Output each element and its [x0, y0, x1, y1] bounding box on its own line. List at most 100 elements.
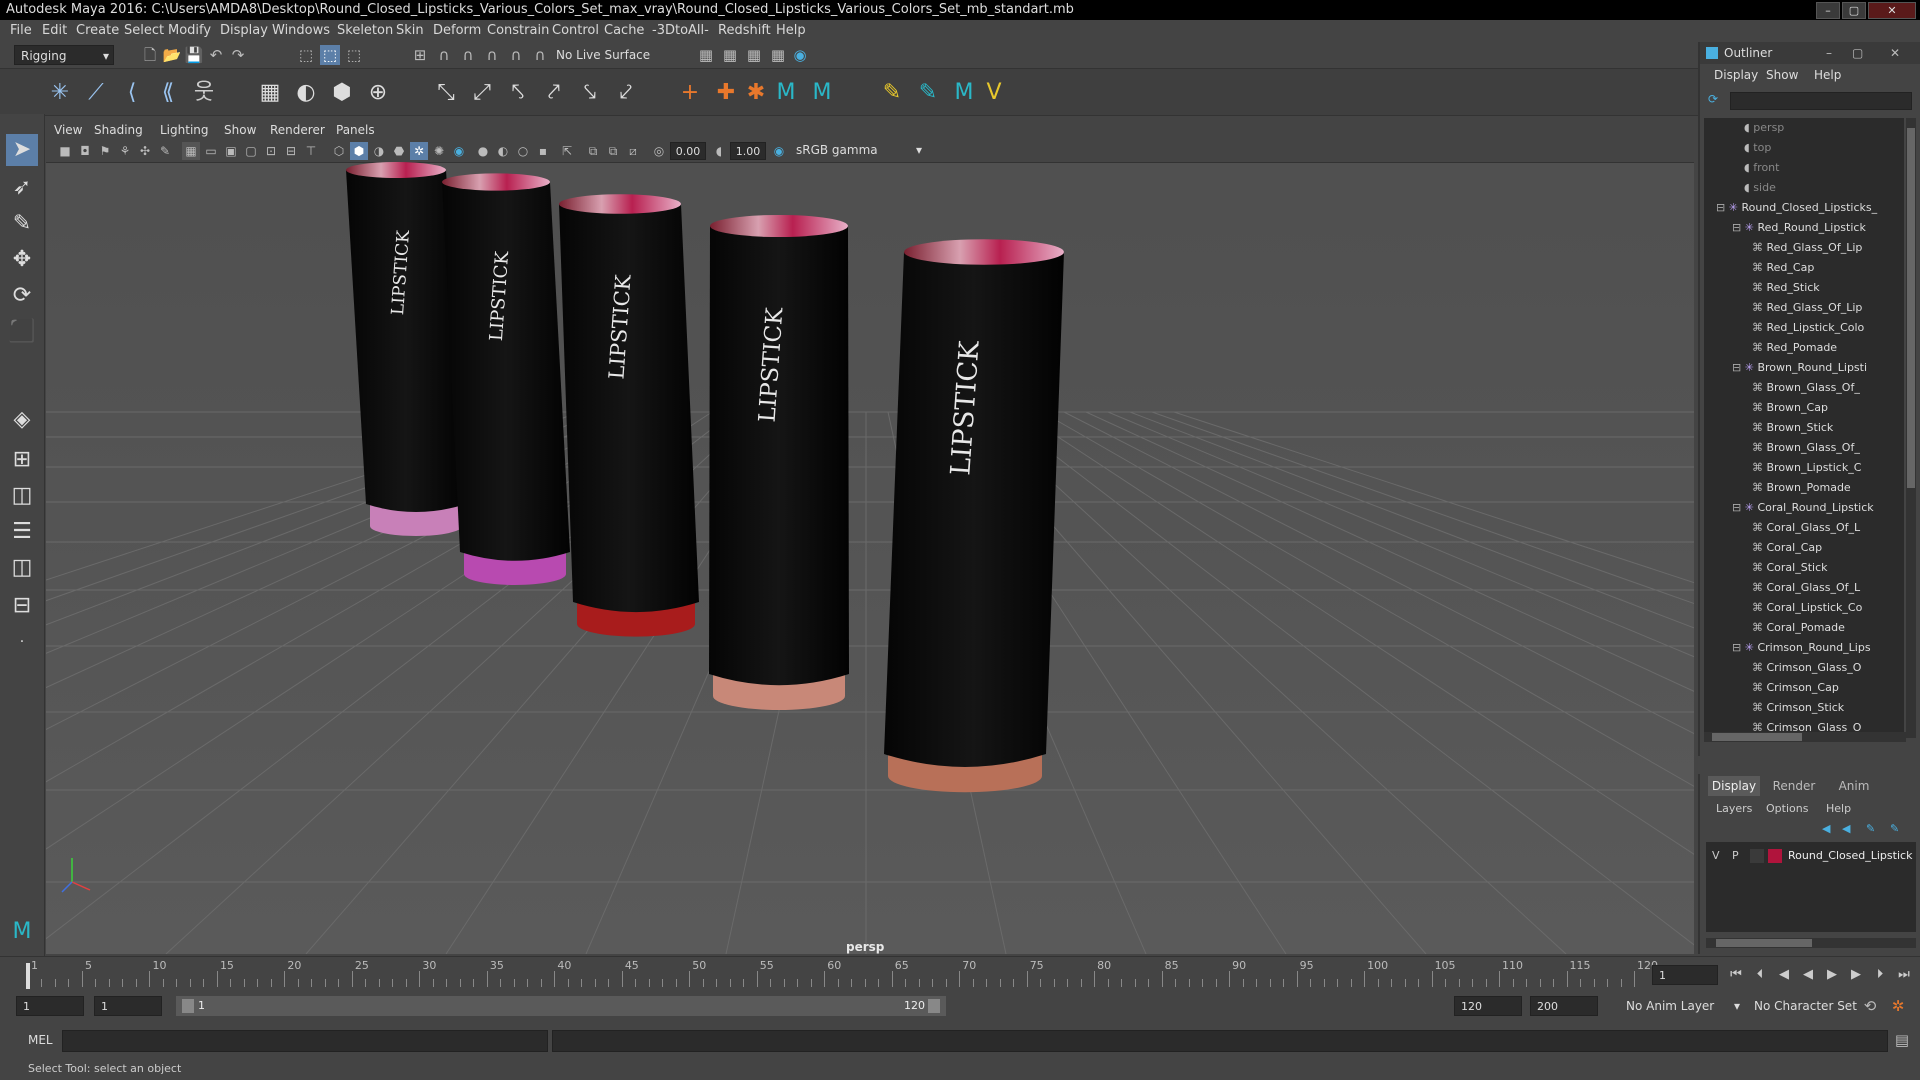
maximize-button[interactable]: ▢ — [1842, 2, 1866, 19]
xray-icon[interactable]: ⇱ — [558, 142, 576, 160]
outliner-item[interactable]: ⌘ Red_Glass_Of_Lip — [1752, 238, 1862, 258]
2d-pan-icon[interactable]: ✣ — [136, 142, 154, 160]
snap-view-icon[interactable]: ∩ — [482, 45, 502, 65]
layout-custom-icon[interactable]: · — [6, 626, 38, 658]
smooth-shade-icon[interactable]: ⬢ — [350, 142, 368, 160]
camera-attr-icon[interactable]: ◘ — [76, 142, 94, 160]
collapse-icon[interactable]: ⊟ — [1732, 221, 1745, 234]
layers-menu-help[interactable]: Help — [1826, 802, 1851, 815]
select-tool-icon[interactable]: ➤ — [6, 134, 38, 166]
layout-four-icon[interactable]: ⊞ — [6, 444, 38, 476]
outliner-item[interactable]: ⊟ ✳ Brown_Round_Lipsti — [1732, 358, 1867, 378]
vp-menu-panels[interactable]: Panels — [336, 123, 375, 137]
backface-icon[interactable]: ⧄ — [624, 142, 642, 160]
range-end-handle[interactable] — [928, 999, 940, 1013]
outliner-item[interactable]: ⊟ ✳ Red_Round_Lipstick — [1732, 218, 1866, 238]
character-set-dropdown[interactable]: No Character Set — [1748, 996, 1868, 1016]
vp-menu-lighting[interactable]: Lighting — [160, 123, 209, 137]
lights-icon[interactable]: ✲ — [410, 142, 428, 160]
scene-render[interactable]: LIPSTICK LIPSTICK LIPSTICK LIPSTICK LIPSTICK — [46, 162, 1694, 954]
snap-curve-icon[interactable]: ∩ — [434, 45, 454, 65]
layer-row[interactable]: V P Round_Closed_Lipstick — [1706, 846, 1916, 866]
hypershade-icon[interactable]: ◉ — [790, 45, 810, 65]
gamma-field[interactable]: 1.00 — [730, 142, 766, 160]
outliner-item[interactable]: ⊟ ✳ Round_Closed_Lipsticks_ — [1716, 198, 1877, 218]
outliner-menu-help[interactable]: Help — [1814, 68, 1841, 82]
snap-point-icon[interactable]: ∩ — [458, 45, 478, 65]
outliner-vscrollbar[interactable] — [1906, 118, 1916, 738]
render-icon[interactable]: ▦ — [720, 45, 740, 65]
outliner-search-input[interactable] — [1730, 92, 1912, 110]
aim-constraint-icon[interactable]: ⤥ — [576, 79, 604, 107]
cluster-icon[interactable]: ⊕ — [364, 79, 392, 107]
ik-handle-icon[interactable]: ⟋ — [82, 79, 110, 107]
wireframe-icon[interactable]: ⬡ — [330, 142, 348, 160]
hik-icon[interactable]: M — [772, 79, 800, 107]
outliner-item[interactable]: ⊟ ✳ Crimson_Round_Lips — [1732, 638, 1871, 658]
snap-surface-icon[interactable]: ∩ — [506, 45, 526, 65]
outliner-item[interactable]: ⌘ Coral_Lipstick_Co — [1752, 598, 1862, 618]
save-scene-icon[interactable]: 💾 — [184, 45, 204, 65]
outliner-item[interactable]: ⌘ Brown_Cap — [1752, 398, 1828, 418]
lasso-tool-icon[interactable]: ➶ — [6, 172, 38, 204]
layer-visibility-toggle[interactable]: V — [1712, 849, 1720, 862]
menu-cache[interactable]: Cache — [604, 23, 644, 38]
layer-name[interactable]: Round_Closed_Lipstick — [1788, 849, 1912, 862]
outliner-item[interactable]: ⌘ Crimson_Stick — [1752, 698, 1844, 718]
motion-blur-icon[interactable]: ● — [474, 142, 492, 160]
step-back-frame-icon[interactable]: ◀ — [1774, 965, 1794, 985]
menu-skeleton[interactable]: Skeleton — [337, 23, 393, 38]
new-scene-icon[interactable]: 🗋 — [140, 45, 160, 65]
locator-icon[interactable]: + — [676, 79, 704, 107]
layout-single-icon[interactable]: ◈ — [6, 404, 38, 436]
xray-joints-icon[interactable]: ⧉ — [584, 142, 602, 160]
playback-end-field[interactable]: 120 — [1454, 996, 1522, 1016]
move-layer-up-icon[interactable]: ◀ — [1822, 822, 1830, 835]
time-slider[interactable]: 1 5 10 15 20 25 30 35 40 45 50 55 60 65 70 75 80 85 90 95 10… — [0, 956, 1920, 993]
select-object-icon[interactable]: ⬚ — [320, 45, 340, 65]
perspective-viewport[interactable]: View Shading Lighting Show Renderer Pane… — [46, 120, 1694, 954]
live-surface-label[interactable]: No Live Surface — [556, 48, 650, 62]
collapse-icon[interactable]: ⊟ — [1732, 501, 1745, 514]
menu-skin[interactable]: Skin — [396, 23, 424, 38]
outliner-item[interactable]: ⌘ Brown_Pomade — [1752, 478, 1851, 498]
outliner-item[interactable]: ⌘ Red_Pomade — [1752, 338, 1837, 358]
brush-icon[interactable]: ✎ — [878, 79, 906, 107]
outliner-item[interactable]: ◖ persp — [1744, 118, 1784, 138]
bind-skin-icon[interactable]: ▦ — [256, 79, 284, 107]
grid-icon[interactable]: ▦ — [182, 142, 200, 160]
wireframe-on-shaded-icon[interactable]: ◑ — [370, 142, 388, 160]
textured-icon[interactable]: ⬣ — [390, 142, 408, 160]
outliner-item[interactable]: ⌘ Coral_Stick — [1752, 558, 1828, 578]
collapse-icon[interactable]: ⊟ — [1732, 641, 1745, 654]
layer-color-swatch[interactable] — [1768, 849, 1782, 863]
menu-file[interactable]: File — [10, 23, 32, 38]
outliner-menu-display[interactable]: Display — [1714, 68, 1758, 82]
layout-two-icon[interactable]: ◫ — [6, 480, 38, 512]
menu-deform[interactable]: Deform — [433, 23, 481, 38]
outliner-item[interactable]: ⌘ Coral_Glass_Of_L — [1752, 518, 1860, 538]
paint-weights-icon[interactable]: ◐ — [292, 79, 320, 107]
new-layer-icon[interactable]: ✎ — [1866, 822, 1875, 835]
dof-icon[interactable]: ○ — [514, 142, 532, 160]
paint-select-icon[interactable]: ✎ — [6, 208, 38, 240]
menu-modify[interactable]: Modify — [168, 23, 211, 38]
layer-type-toggle[interactable] — [1750, 849, 1764, 863]
menu-redshift[interactable]: Redshift — [718, 23, 771, 38]
outliner-close-button[interactable]: ✕ — [1890, 42, 1900, 64]
animation-preferences-icon[interactable]: ✲ — [1888, 996, 1908, 1016]
auto-key-icon[interactable]: ⟲ — [1860, 996, 1880, 1016]
play-forward-icon[interactable]: ▶ — [1822, 965, 1842, 985]
orient-constraint-icon[interactable]: ⤣ — [504, 79, 532, 107]
vp-menu-renderer[interactable]: Renderer — [270, 123, 325, 137]
collapse-icon[interactable]: ⊟ — [1716, 201, 1729, 214]
layer-hscrollbar[interactable] — [1706, 938, 1916, 948]
end-time-field[interactable]: 200 — [1530, 996, 1598, 1016]
menu-select[interactable]: Select — [124, 23, 164, 38]
outliner-item[interactable]: ⌘ Crimson_Glass_O — [1752, 658, 1861, 678]
menu-display[interactable]: Display — [220, 23, 268, 38]
select-hierarchy-icon[interactable]: ⬚ — [296, 45, 316, 65]
magnet-icon[interactable]: ∩ — [530, 45, 550, 65]
tab-render[interactable]: Render — [1768, 776, 1820, 796]
outliner-item[interactable]: ⌘ Coral_Glass_Of_L — [1752, 578, 1860, 598]
